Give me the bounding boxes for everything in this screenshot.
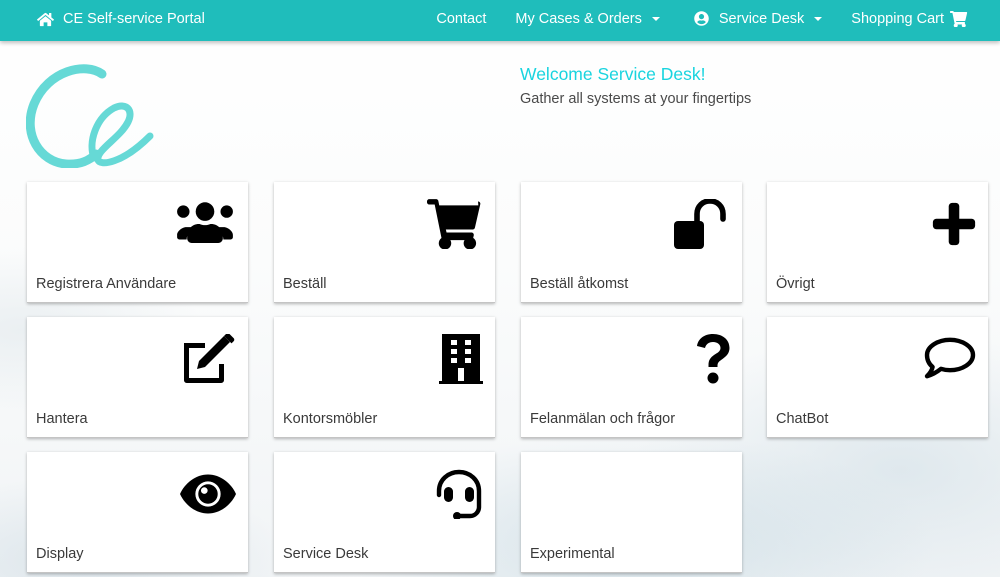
tile-label: ChatBot: [776, 411, 829, 427]
home-icon: [37, 12, 54, 26]
tile-label: Service Desk: [283, 546, 369, 562]
user-circle-icon: [694, 11, 709, 26]
nav-user-dropdown[interactable]: Service Desk: [694, 10, 823, 27]
edit-icon: [174, 334, 236, 384]
nav-shopping-cart[interactable]: Shopping Cart: [851, 10, 968, 27]
tile-label: Display: [36, 546, 84, 562]
tile-chatbot[interactable]: ChatBot: [767, 317, 988, 438]
nav-user-label: Service Desk: [718, 10, 805, 27]
welcome-subtitle: Gather all systems at your fingertips: [520, 91, 752, 107]
top-navbar: CE Self-service Portal Contact My Cases …: [0, 0, 1000, 41]
nav-contact-label: Contact: [436, 10, 487, 27]
tile-display[interactable]: Display: [27, 452, 248, 573]
tile-felanmalan-och-fragor[interactable]: Felanmälan och frågor: [521, 317, 742, 438]
tile-label: Övrigt: [776, 276, 815, 292]
tile-experimental[interactable]: Experimental: [521, 452, 742, 573]
question-icon: [668, 334, 730, 384]
nav-my-cases-orders-dropdown[interactable]: My Cases & Orders: [515, 11, 660, 27]
welcome-title: Welcome Service Desk!: [520, 64, 706, 84]
ce-logo-mark: [25, 64, 154, 169]
comment-icon: [914, 334, 976, 384]
nav-links: Contact My Cases & Orders Service Desk S…: [407, 0, 968, 37]
chevron-down-icon: [651, 17, 660, 21]
building-icon: [421, 334, 483, 384]
tile-label: Beställ: [283, 276, 327, 292]
tile-label: Beställ åtkomst: [530, 276, 629, 292]
tile-hantera[interactable]: Hantera: [27, 317, 248, 438]
tile-bestall[interactable]: Beställ: [274, 182, 495, 303]
tile-label: Hantera: [36, 411, 88, 427]
tile-ovrigt[interactable]: Övrigt: [767, 182, 988, 303]
welcome-section: Welcome Service Desk! Gather all systems…: [520, 64, 751, 107]
chevron-down-icon: [814, 17, 823, 21]
tile-bestall-atkomst[interactable]: Beställ åtkomst: [521, 182, 742, 303]
tile-registrera-anvandare[interactable]: Registrera Användare: [27, 182, 248, 303]
unlock-icon: [668, 199, 730, 249]
tile-label: Kontorsmöbler: [283, 411, 378, 427]
brand-link[interactable]: CE Self-service Portal: [37, 0, 205, 38]
company-logo: [25, 64, 156, 169]
headset-icon: [421, 469, 483, 519]
brand-label: CE Self-service Portal: [63, 11, 205, 27]
shopping-cart-icon: [950, 10, 968, 27]
nav-contact[interactable]: Contact: [436, 11, 486, 27]
tile-label: Registrera Användare: [36, 276, 177, 292]
tile-kontorsmobler[interactable]: Kontorsmöbler: [274, 317, 495, 438]
tile-label: Experimental: [530, 546, 615, 562]
tile-label: Felanmälan och frågor: [530, 411, 676, 427]
shopping-cart-icon: [421, 199, 483, 249]
users-icon: [174, 199, 236, 249]
tile-service-desk[interactable]: Service Desk: [274, 452, 495, 573]
eye-icon: [174, 469, 236, 519]
nav-my-cases-label: My Cases & Orders: [515, 10, 642, 27]
nav-cart-label: Shopping Cart: [851, 10, 944, 27]
plus-icon: [914, 199, 976, 249]
